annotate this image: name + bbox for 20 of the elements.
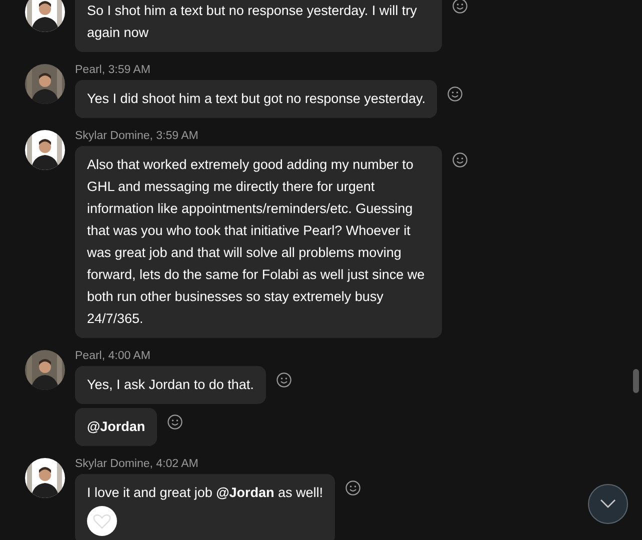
message-text: Yes, I ask Jordan to do that. (87, 376, 254, 394)
heart-reaction-icon[interactable] (87, 506, 117, 536)
scrollbar-thumb[interactable] (633, 369, 639, 393)
sender-name-time: Skylar Domine, 4:02 AM (75, 458, 200, 470)
sender-name-time: Pearl, 3:59 AM (75, 64, 152, 76)
message-text: @Jordan (87, 418, 146, 436)
emoji-reaction-icon[interactable] (345, 480, 362, 496)
emoji-reaction-icon[interactable] (452, 0, 468, 14)
emoji-reaction-icon[interactable] (167, 414, 184, 430)
scroll-down-button[interactable] (588, 484, 628, 524)
message-text: Also that worked extremely good adding my number to GHL and messaging me directly there for urgent information like appointments/reminders/etc. Guessing that was you who took that initiative Pearl? Whoever it was great job and that will solve all problems moving forward, lets do the same for Folabi as well just since we both run other businesses so stay extremely busy 24/7/365. (87, 156, 426, 328)
message-text: Yes I did shoot him a text but got no response yesterday. (87, 90, 426, 108)
sender-name-time: Pearl, 4:00 AM (75, 350, 152, 362)
sender-name-time: Skylar Domine, 3:59 AM (75, 130, 200, 142)
emoji-reaction-icon[interactable] (276, 372, 292, 388)
message-text: So I shot him a text but no response yesterday. I will try again now (87, 2, 418, 42)
emoji-reaction-icon[interactable] (452, 152, 468, 168)
emoji-reaction-icon[interactable] (447, 86, 464, 102)
message-text: I love it and great job @Jordan as well! (87, 484, 324, 502)
chevron-down-icon (600, 499, 616, 509)
